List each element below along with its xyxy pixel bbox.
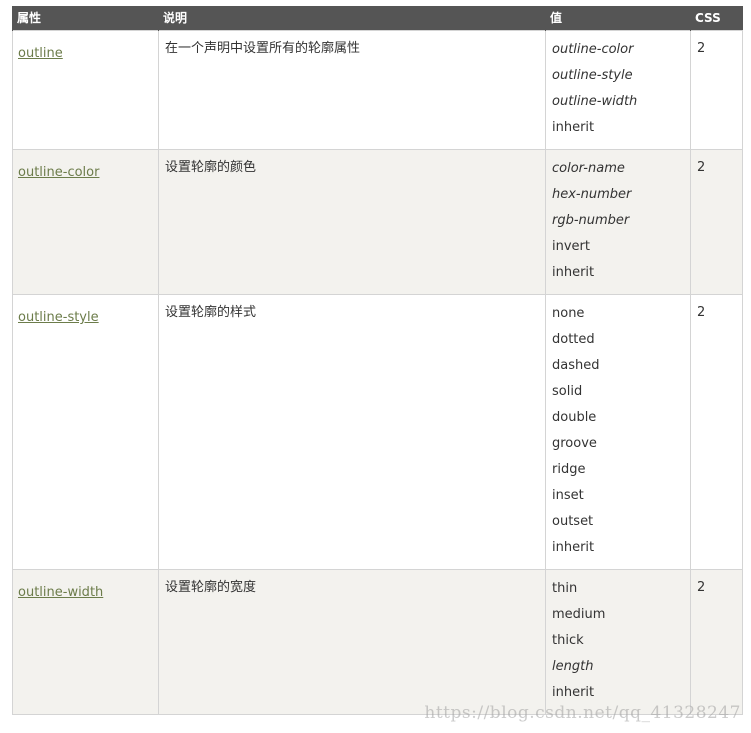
value-item: invert: [552, 239, 590, 254]
table-row: outline 在一个声明中设置所有的轮廓属性 outline-color ou…: [12, 30, 743, 150]
property-cell: outline: [12, 30, 159, 150]
header-property: 属性: [12, 6, 159, 31]
description-text: 设置轮廓的样式: [165, 305, 257, 320]
property-link-outline-color[interactable]: outline-color: [18, 165, 99, 180]
value-item: length: [552, 659, 594, 674]
value-item: inherit: [552, 265, 595, 280]
value-item: ridge: [552, 462, 586, 477]
values-cell: thin medium thick length inherit: [545, 569, 691, 715]
value-item: solid: [552, 384, 583, 399]
property-link-outline-width[interactable]: outline-width: [18, 585, 103, 600]
header-values: 值: [545, 6, 691, 31]
value-item: rgb-number: [552, 213, 630, 228]
value-item: inset: [552, 488, 584, 503]
values-cell: none dotted dashed solid double groove r…: [545, 294, 691, 570]
table-row: outline-color 设置轮廓的颜色 color-name hex-num…: [12, 149, 743, 295]
value-item: inherit: [552, 540, 595, 555]
css-outline-reference-table: 属性 说明 值 CSS outline 在一个声明中设置所有的轮廓属性 outl…: [12, 6, 743, 715]
value-item: thin: [552, 581, 578, 596]
value-item: none: [552, 306, 585, 321]
css-version-cell: 2: [690, 30, 743, 150]
description-text: 设置轮廓的宽度: [165, 580, 257, 595]
css-version-cell: 2: [690, 569, 743, 715]
value-item: inherit: [552, 120, 595, 135]
value-item: groove: [552, 436, 597, 451]
value-item: color-name: [552, 161, 625, 176]
property-link-outline-style[interactable]: outline-style: [18, 310, 99, 325]
description-cell: 设置轮廓的宽度: [158, 569, 546, 715]
value-item: outset: [552, 514, 594, 529]
value-item: dotted: [552, 332, 595, 347]
value-item: medium: [552, 607, 606, 622]
value-item: outline-width: [552, 94, 638, 109]
property-cell: outline-style: [12, 294, 159, 570]
values-cell: outline-color outline-style outline-widt…: [545, 30, 691, 150]
value-item: double: [552, 410, 597, 425]
property-cell: outline-width: [12, 569, 159, 715]
description-cell: 设置轮廓的样式: [158, 294, 546, 570]
value-item: dashed: [552, 358, 600, 373]
description-cell: 设置轮廓的颜色: [158, 149, 546, 295]
description-cell: 在一个声明中设置所有的轮廓属性: [158, 30, 546, 150]
property-cell: outline-color: [12, 149, 159, 295]
watermark: https://blog.csdn.net/qq_41328247: [424, 703, 741, 723]
css-version: 2: [697, 305, 706, 320]
css-version: 2: [697, 580, 706, 595]
value-item: outline-color: [552, 42, 634, 57]
description-text: 在一个声明中设置所有的轮廓属性: [165, 41, 361, 56]
table-row: outline-width 设置轮廓的宽度 thin medium thick …: [12, 569, 743, 715]
value-item: hex-number: [552, 187, 632, 202]
css-version-cell: 2: [690, 149, 743, 295]
css-version: 2: [697, 41, 706, 56]
header-css: CSS: [690, 6, 743, 31]
table-row: outline-style 设置轮廓的样式 none dotted dashed…: [12, 294, 743, 570]
table-header-row: 属性 说明 值 CSS: [12, 6, 743, 31]
page: 属性 说明 值 CSS outline 在一个声明中设置所有的轮廓属性 outl…: [0, 0, 751, 733]
value-item: outline-style: [552, 68, 633, 83]
description-text: 设置轮廓的颜色: [165, 160, 257, 175]
values-cell: color-name hex-number rgb-number invert …: [545, 149, 691, 295]
header-description: 说明: [158, 6, 546, 31]
css-version: 2: [697, 160, 706, 175]
value-item: thick: [552, 633, 584, 648]
property-link-outline[interactable]: outline: [18, 46, 63, 61]
css-version-cell: 2: [690, 294, 743, 570]
